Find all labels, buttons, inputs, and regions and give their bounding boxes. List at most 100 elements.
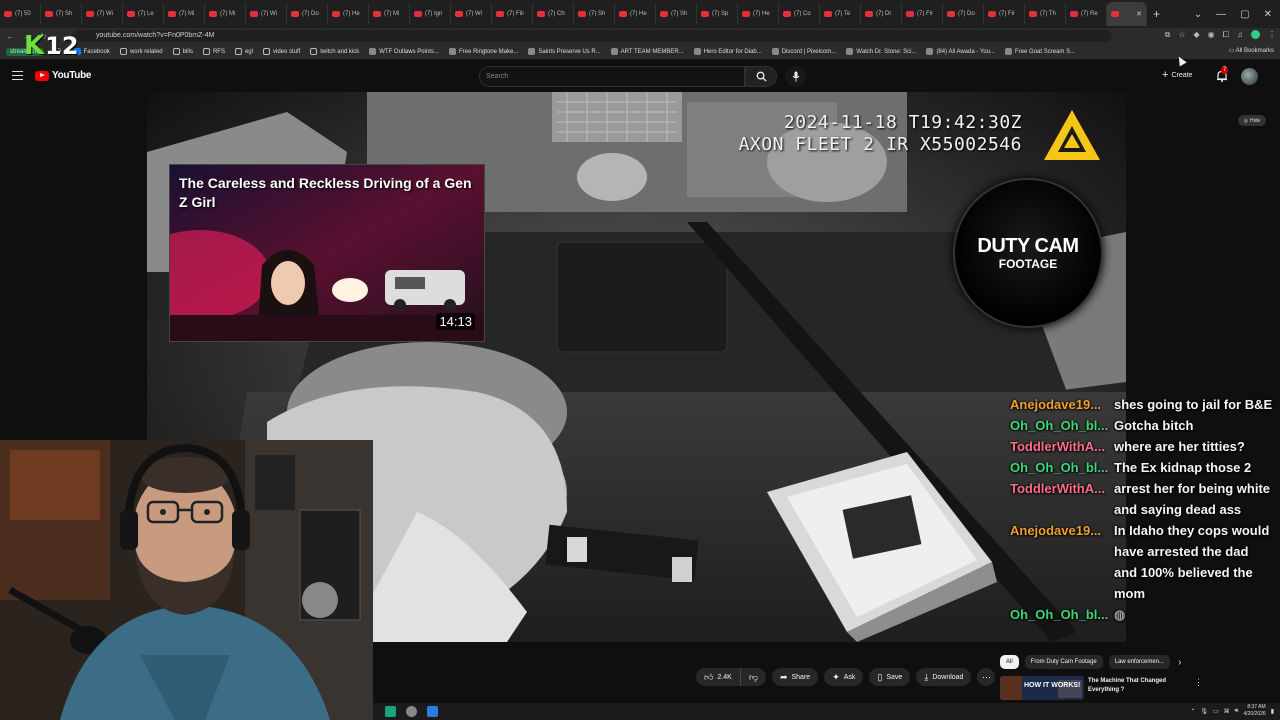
browser-tab[interactable]: (7) Sh [574,3,615,25]
bookmark-item[interactable]: egl [234,48,253,55]
share-arrow-icon: ➦ [779,671,788,682]
browser-tab[interactable]: (7) Th [1025,3,1066,25]
maximize-button[interactable]: ▢ [1240,9,1249,20]
tab-search-icon[interactable]: ⌄ [1194,9,1202,20]
voice-search-button[interactable] [785,66,806,87]
browser-tab[interactable]: (7) Do [287,3,328,25]
chevron-up-icon[interactable]: ⌃ [1190,708,1195,715]
youtube-favicon-icon [701,11,709,17]
bookmark-item[interactable]: Watch Dr. Stone: Sci... [846,48,916,55]
network-icon[interactable]: ⌘ [1224,708,1230,715]
like-button[interactable]: 👍︎ 2.4K [696,668,741,686]
browser-tab[interactable]: (7) Sh [656,3,697,25]
site-favicon-icon [693,48,701,55]
settings-gear-icon[interactable] [406,706,417,717]
minimize-button[interactable]: — [1216,9,1226,20]
browser-tab-active[interactable]: ✕ [1107,2,1147,26]
bookmark-item[interactable]: Free Ringtone Make... [448,48,518,55]
save-button[interactable]: ▯ Save [869,668,911,686]
clock[interactable]: 8:37 AM 4/20/2026 [1243,704,1265,718]
bookmark-item[interactable]: Facebook [73,48,110,55]
puzzle-icon[interactable]: ⧠ [1223,30,1229,40]
bookmark-item[interactable]: video stuff [262,48,300,55]
browser-tab[interactable]: (7) Dr [861,3,902,25]
browser-tab[interactable]: (7) Wi [82,3,123,25]
bookmark-item[interactable]: Discord | Pixelcom... [771,48,836,55]
browser-tab[interactable]: (7) He [738,3,779,25]
browser-tab[interactable]: (7) He [328,3,369,25]
monitor-icon[interactable]: ▭ [1213,708,1219,715]
filter-chip[interactable]: From Duty Cam Footage [1024,655,1103,669]
youtube-favicon-icon [1029,11,1037,17]
browser-tab[interactable]: (7) Re [1066,3,1107,25]
app-icon[interactable] [427,706,438,717]
profile-icon[interactable] [1251,30,1260,39]
download-button[interactable]: ⤓ Download [916,668,972,686]
app-icon[interactable] [385,706,396,717]
more-actions-icon[interactable]: ⋯ [977,668,996,686]
install-icon[interactable]: ⧉ [1165,30,1171,40]
hide-button[interactable]: ◎ Hide [1238,115,1266,126]
media-icon[interactable]: ♫ [1237,30,1243,40]
all-bookmarks[interactable]: ▭ All Bookmarks [1229,47,1274,54]
kebab-menu-icon[interactable]: ⋮ [1194,677,1203,688]
search-button[interactable] [745,66,777,87]
bookmark-item[interactable]: (84) Ali Awada - You... [926,48,995,55]
hide-label: Hide [1250,117,1261,124]
bookmark-star-icon[interactable]: ☆ [1178,30,1185,40]
chevron-right-icon[interactable]: › [1178,657,1181,668]
filter-chip[interactable]: All [1000,655,1019,669]
browser-tab[interactable]: (7) Ch [533,3,574,25]
recommended-thumb-text: HOW IT WORKS! [1024,682,1080,689]
share-button[interactable]: ➦ Share [771,668,819,686]
close-tab-icon[interactable]: ✕ [1136,10,1142,18]
browser-tab[interactable]: (7) Te [820,3,861,25]
endscreen-video-card[interactable]: The Careless and Reckless Driving of a G… [169,164,485,342]
browser-tab[interactable]: (7) Wi [246,3,287,25]
bookmark-item[interactable]: bills [172,48,193,55]
youtube-logo[interactable]: YouTube [35,70,92,81]
back-icon[interactable]: ← [6,32,14,41]
bookmark-item[interactable]: Hero Editor for Diab... [693,48,762,55]
extension-icon[interactable]: ◆ [1193,30,1199,40]
account-avatar[interactable] [1241,68,1258,85]
bookmark-item[interactable]: WTF Outlaws Points... [369,48,439,55]
new-tab-button[interactable]: + [1153,7,1160,21]
browser-tab[interactable]: (7) Ign [410,3,451,25]
volume-icon[interactable]: 🔊︎ [1235,708,1239,715]
browser-tab[interactable]: (7) Fir [984,3,1025,25]
search-input[interactable]: Search [479,66,745,87]
browser-tab[interactable]: (7) Wi [451,3,492,25]
browser-tab[interactable]: (7) Mi [164,3,205,25]
browser-tab[interactable]: (7) Mi [369,3,410,25]
create-button[interactable]: + Create [1162,70,1192,81]
browser-tab[interactable]: (7) Do [943,3,984,25]
filter-chip[interactable]: Law enforcemen... [1108,655,1171,669]
recommended-video[interactable]: HOW IT WORKS! The Machine That Changed E… [1000,675,1203,701]
bookmark-item[interactable]: Free Goat Scream S... [1005,48,1075,55]
url-field[interactable]: youtube.com/watch?v=Fn0P0bmZ-4M [72,30,1112,42]
kebab-menu-icon[interactable]: ⋮ [1268,30,1276,40]
hamburger-menu-icon[interactable] [12,71,23,80]
bookmark-item[interactable]: work related [119,48,163,55]
bookmark-item[interactable]: twitch and kick [310,48,359,55]
extension-icon[interactable]: ◉ [1208,30,1215,40]
dislike-button[interactable]: 👎︎ [740,668,766,686]
browser-tab[interactable]: (7) Co [779,3,820,25]
bookmark-item[interactable]: RFS [202,48,225,55]
folder-icon [234,48,242,55]
bookmark-item[interactable]: ART TEAM MEMBER... [610,48,684,55]
ask-button[interactable]: ✦ Ask [824,668,864,686]
browser-tab[interactable]: (7) Sp [697,3,738,25]
browser-tab[interactable]: (7) Fir [902,3,943,25]
bookmark-item[interactable]: Saints Preserve Us R... [528,48,601,55]
browser-tab[interactable]: (7) Fili [492,3,533,25]
browser-tab[interactable]: (7) 50 [0,3,41,25]
browser-tab[interactable]: (7) He [615,3,656,25]
browser-tab[interactable]: (7) Mi [205,3,246,25]
browser-tab[interactable]: (7) Sh [41,3,82,25]
notification-icon[interactable]: ▮ [1271,708,1274,715]
browser-tab[interactable]: (7) Le [123,3,164,25]
close-window-button[interactable]: ✕ [1264,9,1272,20]
mic-icon[interactable]: 🎙︎ [1200,708,1208,715]
